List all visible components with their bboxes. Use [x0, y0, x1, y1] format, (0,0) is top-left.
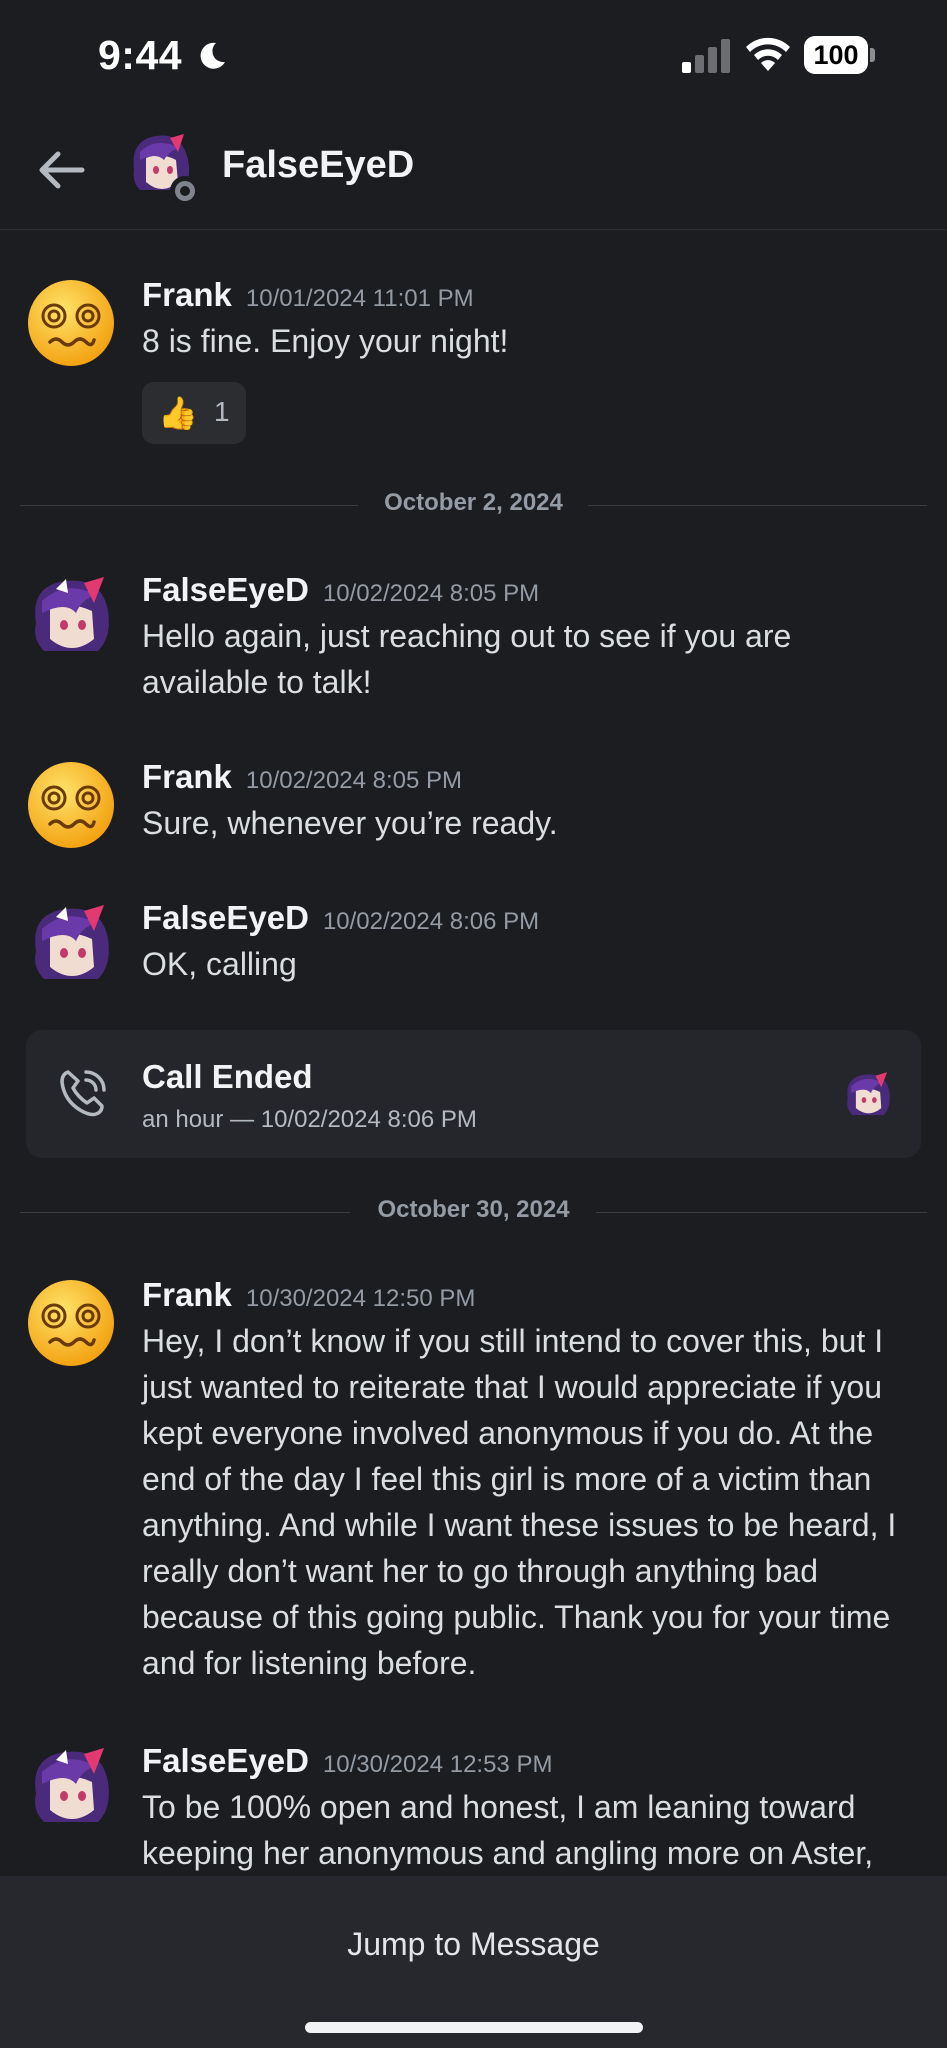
message-author[interactable]: Frank 10/02/2024 8:05 PM — [142, 758, 462, 796]
message-text: Sure, whenever you’re ready. — [142, 805, 558, 841]
call-subtitle: an hour — 10/02/2024 8:06 PM — [142, 1106, 477, 1133]
signal-icon — [682, 39, 730, 73]
author-name[interactable]: Frank — [142, 276, 232, 313]
message-timestamp: 10/30/2024 12:53 PM — [322, 1751, 553, 1778]
message[interactable]: Frank 10/30/2024 12:50 PM Hey, I don’t kn… — [0, 1270, 947, 1700]
message[interactable]: Frank 10/02/2024 8:05 PM Sure, whenever y… — [0, 752, 947, 862]
message-text: OK, calling — [142, 946, 297, 982]
moon-icon — [200, 42, 225, 69]
dizzy-face-icon[interactable] — [26, 1278, 116, 1368]
divider-date: October 30, 2024 — [377, 1196, 570, 1223]
back-arrow-icon[interactable] — [30, 138, 94, 202]
dizzy-face-icon[interactable] — [26, 278, 116, 368]
author-name[interactable]: FalseEyeD — [142, 571, 309, 608]
message-author[interactable]: Frank 10/01/2024 11:01 PM — [142, 276, 474, 314]
message-text: 8 is fine. Enjoy your night! — [142, 323, 509, 359]
date-divider: October 2, 2024 — [20, 485, 927, 525]
user-avatar[interactable] — [26, 573, 116, 663]
jump-to-message-button[interactable]: Jump to Message — [0, 1926, 947, 1963]
reaction-thumbs-up[interactable]: 👍 1 — [142, 382, 246, 444]
dizzy-face-icon[interactable] — [26, 760, 116, 850]
thumbs-up-icon: 👍 — [158, 395, 198, 431]
message-text: Hello again, just reaching out to see if… — [142, 618, 792, 700]
wifi-icon — [746, 37, 790, 71]
battery-level: 100 — [804, 36, 868, 74]
offline-status-icon — [170, 176, 200, 206]
channel-title[interactable]: FalseEyeD — [222, 144, 414, 187]
message-author[interactable]: FalseEyeD 10/02/2024 8:06 PM — [142, 899, 539, 937]
message-timestamp: 10/01/2024 11:01 PM — [245, 285, 474, 312]
jump-to-message-bar: Jump to Message — [0, 1876, 947, 2048]
message-timestamp: 10/02/2024 8:06 PM — [322, 908, 540, 935]
call-participant-avatar[interactable] — [842, 1070, 894, 1122]
author-name[interactable]: Frank — [142, 1276, 232, 1313]
message[interactable]: FalseEyeD 10/02/2024 8:06 PM OK, calling — [0, 893, 947, 1003]
status-bar: 9:44 100 — [0, 0, 947, 110]
message[interactable]: FalseEyeD 10/02/2024 8:05 PM Hello again,… — [0, 565, 947, 715]
author-name[interactable]: FalseEyeD — [142, 1742, 309, 1779]
channel-header: FalseEyeD — [0, 110, 947, 230]
message-timestamp: 10/02/2024 8:05 PM — [245, 767, 463, 794]
message-text: To be 100% open and honest, I am leaning… — [142, 1789, 874, 1871]
message-author[interactable]: FalseEyeD 10/02/2024 8:05 PM — [142, 571, 539, 609]
author-name[interactable]: Frank — [142, 758, 232, 795]
call-ended-card[interactable]: Call Ended an hour — 10/02/2024 8:06 PM — [26, 1030, 921, 1158]
phone-call-icon — [60, 1070, 106, 1117]
date-divider: October 30, 2024 — [20, 1192, 927, 1232]
user-avatar[interactable] — [26, 1744, 116, 1834]
message-author[interactable]: FalseEyeD 10/30/2024 12:53 PM — [142, 1742, 552, 1780]
user-avatar[interactable] — [26, 901, 116, 991]
reaction-count: 1 — [214, 396, 230, 427]
message[interactable]: FalseEyeD 10/30/2024 12:53 PM To be 100% … — [0, 1736, 947, 1886]
message-author[interactable]: Frank 10/30/2024 12:50 PM — [142, 1276, 475, 1314]
divider-date: October 2, 2024 — [384, 489, 563, 516]
home-indicator[interactable] — [305, 2022, 643, 2033]
message-timestamp: 10/30/2024 12:50 PM — [245, 1285, 476, 1312]
battery-indicator: 100 — [804, 36, 876, 74]
status-time: 9:44 — [98, 32, 183, 78]
call-title: Call Ended — [142, 1058, 313, 1095]
battery-tip — [870, 48, 875, 62]
message-timestamp: 10/02/2024 8:05 PM — [322, 580, 540, 607]
dm-screen: 9:44 100 FalseEyeD Frank 10/01/2024 11:0… — [0, 0, 947, 2048]
author-name[interactable]: FalseEyeD — [142, 899, 309, 936]
message-text: Hey, I don’t know if you still intend to… — [142, 1323, 897, 1681]
